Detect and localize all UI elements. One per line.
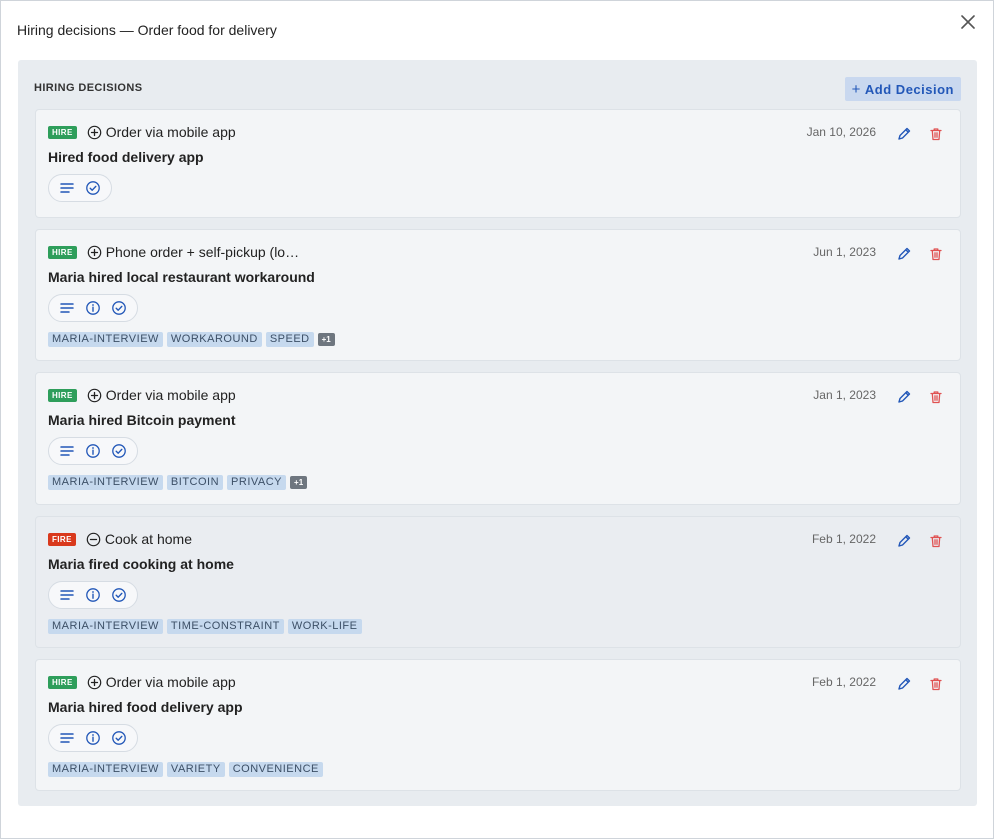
minus-circle-icon: [86, 532, 101, 547]
decision-type-badge: FIRE: [48, 532, 76, 546]
pencil-icon[interactable]: [896, 676, 912, 692]
modal-title: Hiring decisions — Order food for delive…: [17, 22, 277, 38]
trash-icon[interactable]: [928, 246, 944, 262]
tag: MARIA-INTERVIEW: [48, 762, 163, 777]
notes-icon[interactable]: [59, 300, 75, 316]
job-label: Order via mobile app: [105, 124, 236, 140]
decision-title: Maria hired food delivery app: [48, 699, 243, 715]
tag: BITCOIN: [166, 475, 224, 490]
decision-card[interactable]: HIRE Order via mobile app Maria hired Bitc…: [35, 372, 961, 505]
tag: MARIA-INTERVIEW: [48, 332, 163, 347]
notes-icon[interactable]: [59, 443, 75, 459]
decision-date: Jan 1, 2023: [813, 388, 876, 402]
job-label: Phone order + self-pickup (lo…: [105, 244, 300, 260]
pencil-icon[interactable]: [896, 389, 912, 405]
more-tags-badge[interactable]: +1: [290, 476, 308, 489]
info-icon[interactable]: [85, 443, 101, 459]
trash-icon[interactable]: [928, 389, 944, 405]
decisions-panel: HIRING DECISIONS + Add Decision HIRE Orde…: [18, 60, 977, 806]
tag: MARIA-INTERVIEW: [48, 475, 163, 490]
more-tags-badge[interactable]: +1: [317, 333, 335, 346]
decision-card[interactable]: HIRE Order via mobile app Maria hired food…: [35, 659, 961, 791]
info-icon[interactable]: [85, 300, 101, 316]
decision-indicators: [48, 294, 138, 322]
decision-header: HIRE Order via mobile app: [48, 124, 236, 140]
panel-heading: HIRING DECISIONS: [34, 82, 143, 94]
check-circle-icon[interactable]: [111, 587, 127, 603]
plus-icon: +: [851, 80, 861, 98]
decision-indicators: [48, 581, 138, 609]
decision-date: Feb 1, 2022: [811, 532, 876, 546]
tag: VARIETY: [166, 762, 225, 777]
decision-header: HIRE Order via mobile app: [48, 674, 236, 690]
decision-card[interactable]: FIRE Cook at home Maria fired cooking at h…: [35, 516, 961, 648]
trash-icon[interactable]: [928, 126, 944, 142]
check-circle-icon[interactable]: [111, 300, 127, 316]
decision-card[interactable]: HIRE Order via mobile app Hired food deliv…: [35, 109, 961, 218]
decision-date: Jun 1, 2023: [813, 245, 876, 259]
decision-title: Maria hired local restaurant workaround: [48, 269, 315, 285]
notes-icon[interactable]: [59, 180, 75, 196]
plus-circle-icon: [87, 388, 102, 403]
tag: MARIA-INTERVIEW: [48, 619, 163, 634]
info-icon[interactable]: [85, 587, 101, 603]
decision-header: HIRE Phone order + self-pickup (lo…: [48, 244, 299, 260]
add-decision-label: Add Decision: [864, 81, 954, 97]
tag: TIME-CONSTRAINT: [166, 619, 284, 634]
tag-list: MARIA-INTERVIEW VARIETY CONVENIENCE: [48, 762, 323, 777]
add-decision-button[interactable]: + Add Decision: [844, 77, 961, 101]
notes-icon[interactable]: [59, 730, 75, 746]
info-icon[interactable]: [85, 730, 101, 746]
decision-indicators: [48, 437, 138, 465]
trash-icon[interactable]: [928, 676, 944, 692]
notes-icon[interactable]: [59, 587, 75, 603]
decision-date: Feb 1, 2022: [811, 675, 876, 689]
tag: WORKAROUND: [166, 332, 262, 347]
decision-title: Hired food delivery app: [48, 149, 204, 165]
decision-type-badge: HIRE: [48, 245, 77, 259]
close-icon[interactable]: [957, 11, 979, 33]
tag: PRIVACY: [227, 475, 287, 490]
tag-list: MARIA-INTERVIEW TIME-CONSTRAINT WORK-LIFE: [48, 619, 362, 634]
job-label: Order via mobile app: [105, 674, 236, 690]
plus-circle-icon: [87, 245, 102, 260]
decision-header: HIRE Order via mobile app: [48, 387, 236, 403]
check-circle-icon[interactable]: [111, 443, 127, 459]
tag-list: MARIA-INTERVIEW WORKAROUND SPEED +1: [48, 332, 335, 347]
decision-indicators: [48, 174, 112, 202]
decision-type-badge: HIRE: [48, 125, 77, 139]
decision-type-badge: HIRE: [48, 388, 77, 402]
pencil-icon[interactable]: [896, 246, 912, 262]
pencil-icon[interactable]: [896, 533, 912, 549]
decision-title: Maria fired cooking at home: [48, 556, 234, 572]
decision-type-badge: HIRE: [48, 675, 77, 689]
plus-circle-icon: [87, 675, 102, 690]
check-circle-icon[interactable]: [85, 180, 101, 196]
job-label: Order via mobile app: [105, 387, 236, 403]
tag: CONVENIENCE: [228, 762, 323, 777]
tag-list: MARIA-INTERVIEW BITCOIN PRIVACY +1: [48, 475, 308, 490]
tag: SPEED: [265, 332, 314, 347]
decision-card[interactable]: HIRE Phone order + self-pickup (lo… Maria …: [35, 229, 961, 361]
decision-header: FIRE Cook at home: [48, 531, 192, 547]
decision-date: Jan 10, 2026: [806, 125, 876, 139]
decision-title: Maria hired Bitcoin payment: [48, 412, 236, 428]
trash-icon[interactable]: [928, 533, 944, 549]
decision-indicators: [48, 724, 138, 752]
tag: WORK-LIFE: [287, 619, 362, 634]
job-label: Cook at home: [104, 531, 192, 547]
plus-circle-icon: [87, 125, 102, 140]
check-circle-icon[interactable]: [111, 730, 127, 746]
pencil-icon[interactable]: [896, 126, 912, 142]
hiring-decisions-modal: Hiring decisions — Order food for delive…: [0, 0, 994, 839]
